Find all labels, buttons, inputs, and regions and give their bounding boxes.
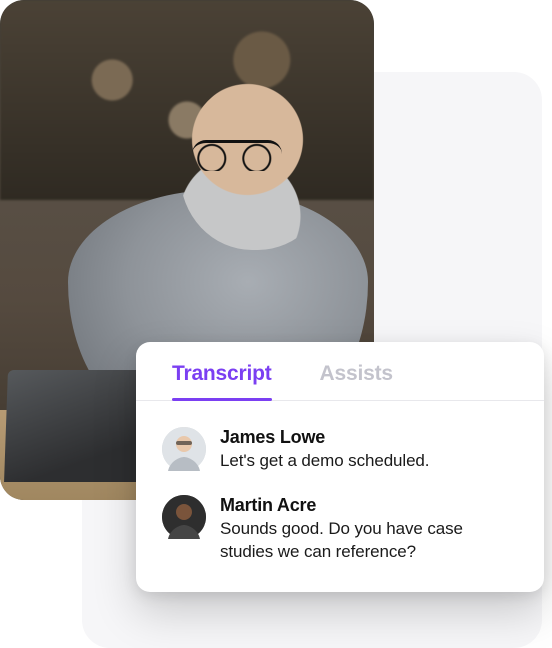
message-list: James Lowe Let's get a demo scheduled. M… — [136, 401, 544, 576]
message-author: James Lowe — [220, 427, 518, 448]
message-author: Martin Acre — [220, 495, 518, 516]
tab-transcript[interactable]: Transcript — [172, 362, 272, 400]
message-text: Let's get a demo scheduled. — [220, 450, 518, 473]
transcript-panel: Transcript Assists James Lowe Let's get … — [136, 342, 544, 592]
person-icon — [162, 427, 206, 471]
message-text: Sounds good. Do you have case studies we… — [220, 518, 518, 564]
avatar — [162, 495, 206, 539]
list-item: James Lowe Let's get a demo scheduled. — [162, 417, 518, 485]
avatar — [162, 427, 206, 471]
list-item: Martin Acre Sounds good. Do you have cas… — [162, 485, 518, 576]
person-icon — [162, 495, 206, 539]
tab-bar: Transcript Assists — [136, 342, 544, 401]
tab-assists[interactable]: Assists — [320, 362, 393, 400]
